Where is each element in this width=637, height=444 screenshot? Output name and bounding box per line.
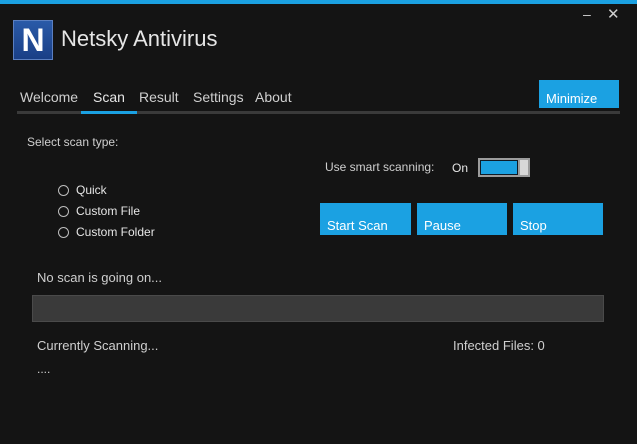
start-scan-button[interactable]: Start Scan: [320, 203, 411, 235]
radio-icon[interactable]: [58, 205, 69, 217]
currently-scanning-label: Currently Scanning...: [37, 338, 159, 353]
window-close-button[interactable]: ✕: [607, 7, 620, 22]
smart-scanning-state: On: [452, 161, 469, 175]
current-file-path: ....: [37, 362, 51, 376]
smart-scanning-toggle[interactable]: [478, 158, 530, 177]
scan-option-label: Quick: [76, 183, 107, 197]
toggle-fill: [480, 160, 518, 175]
toggle-knob[interactable]: [520, 160, 528, 175]
minimize-button[interactable]: Minimize: [539, 80, 619, 108]
active-tab-indicator: [81, 111, 137, 114]
tab-result[interactable]: Result: [139, 89, 179, 105]
tab-welcome[interactable]: Welcome: [20, 89, 78, 105]
scan-option-quick[interactable]: Quick: [58, 183, 107, 197]
radio-icon[interactable]: [58, 226, 69, 238]
scan-option-custom-file[interactable]: Custom File: [58, 204, 140, 218]
app-title: Netsky Antivirus: [61, 26, 218, 51]
scan-type-label: Select scan type:: [27, 135, 119, 149]
tab-settings[interactable]: Settings: [193, 89, 244, 105]
scan-progress-bar: [32, 295, 604, 322]
pause-button[interactable]: Pause: [417, 203, 507, 235]
scan-option-custom-folder[interactable]: Custom Folder: [58, 225, 155, 239]
stop-button[interactable]: Stop: [513, 203, 603, 235]
tab-scan[interactable]: Scan: [93, 89, 125, 105]
scan-option-label: Custom File: [76, 204, 141, 218]
tab-about[interactable]: About: [255, 89, 292, 105]
infected-files-count: Infected Files: 0: [453, 338, 545, 353]
radio-icon[interactable]: [58, 184, 69, 196]
smart-scanning-label: Use smart scanning:: [325, 160, 435, 174]
scan-option-label: Custom Folder: [76, 225, 155, 239]
scan-status-text: No scan is going on...: [37, 270, 163, 285]
window-minimize-button[interactable]: –: [583, 7, 591, 21]
app-logo-icon: N: [13, 20, 53, 60]
window-accent-bar: [0, 0, 637, 4]
